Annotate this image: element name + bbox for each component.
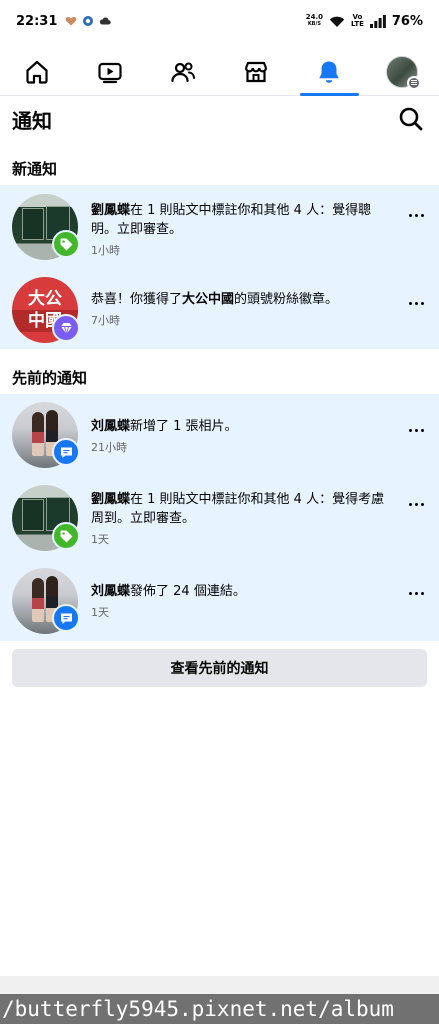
notification-item[interactable]: 劉鳳蝶在 1 則貼文中標註你和其他 4 人：覺得考慮周到。立即審查。 1天 (0, 476, 439, 560)
network-speed: 24.0 KB/S (305, 13, 324, 28)
page-header: 通知 (0, 97, 439, 141)
notification-item[interactable]: 大公 中國 恭喜！你獲得了大公中國的頭號粉絲徽章。 7小時 (0, 269, 439, 349)
tab-marketplace[interactable] (220, 48, 293, 95)
notification-message: 在 1 則貼文中標註你和其他 4 人：覺得考慮周到。立即審查。 (91, 492, 385, 526)
status-time: 22:31 (16, 13, 58, 29)
notification-text: 刘鳳蝶新增了 1 張相片。 21小時 (91, 417, 393, 457)
volte-indicator: Vo LTE (351, 13, 364, 28)
top-tab-bar (0, 48, 439, 96)
notification-time: 1小時 (91, 244, 120, 257)
marketplace-icon (244, 61, 268, 82)
more-options-button[interactable] (406, 205, 426, 225)
diamond-icon (52, 314, 80, 342)
notification-time: 1天 (91, 533, 109, 546)
notification-time: 21小時 (91, 441, 127, 454)
battery-level: 76% (391, 13, 423, 29)
notification-text: 劉鳳蝶在 1 則貼文中標註你和其他 4 人：覺得考慮周到。立即審查。 1天 (91, 490, 393, 549)
comment-icon (52, 604, 80, 632)
section-title-new: 新通知 (12, 160, 58, 178)
notification-time: 7小時 (91, 314, 120, 327)
notification-message: 新增了 1 張相片。 (130, 419, 238, 434)
search-icon (399, 107, 423, 131)
signal-icon (369, 14, 386, 28)
menu-icon (407, 75, 422, 90)
more-options-button[interactable] (406, 583, 426, 603)
tag-icon (52, 230, 80, 258)
home-icon (25, 60, 48, 84)
notification-item[interactable]: 刘鳳蝶新增了 1 張相片。 21小時 (0, 394, 439, 476)
comment-icon (52, 438, 80, 466)
profile-avatar (386, 55, 422, 90)
actor-name: 劉鳳蝶 (91, 492, 131, 507)
actor-name: 刘鳳蝶 (91, 419, 131, 434)
tab-video[interactable] (73, 48, 146, 95)
notification-message: 的頭號粉絲徽章。 (234, 292, 339, 307)
tag-icon (52, 522, 80, 550)
search-button[interactable] (395, 103, 427, 135)
tab-menu[interactable] (366, 48, 439, 95)
notification-text: 恭喜！你獲得了大公中國的頭號粉絲徽章。 7小時 (91, 290, 393, 330)
actor-name: 刘鳳蝶 (91, 584, 131, 599)
actor-name: 大公中國 (182, 292, 235, 307)
notification-message: 在 1 則貼文中標註你和其他 4 人：覺得聰明。立即審查。 (91, 203, 372, 237)
friends-icon (171, 62, 195, 82)
heart-notification-icon (66, 17, 77, 26)
cloud-icon (100, 17, 112, 25)
bell-icon (319, 61, 340, 83)
more-options-button[interactable] (406, 494, 426, 514)
more-options-button[interactable] (406, 420, 426, 440)
tab-friends[interactable] (146, 48, 219, 95)
actor-name: 劉鳳蝶 (91, 203, 131, 218)
page-title: 通知 (12, 108, 52, 133)
notification-message: 發佈了 24 個連結。 (130, 584, 246, 599)
notification-prefix: 恭喜！你獲得了 (91, 292, 183, 307)
section-title-earlier: 先前的通知 (12, 369, 88, 387)
more-options-button[interactable] (406, 293, 426, 313)
app-notification-icon (83, 16, 94, 26)
avatar-text-top: 大公 (28, 289, 62, 309)
video-icon (98, 62, 122, 83)
notification-item[interactable]: 劉鳳蝶在 1 則貼文中標註你和其他 4 人：覺得聰明。立即審查。 1小時 (0, 185, 439, 269)
notification-time: 1天 (91, 606, 109, 619)
notification-text: 刘鳳蝶發佈了 24 個連結。 1天 (91, 582, 393, 622)
notification-item[interactable]: 刘鳳蝶發佈了 24 個連結。 1天 (0, 560, 439, 641)
tab-home[interactable] (0, 48, 73, 95)
status-bar: 22:31 24.0 KB/S Vo LTE 76% (0, 0, 439, 42)
watermark: /butterfly5945.pixnet.net/album (0, 994, 439, 1024)
wifi-icon (329, 16, 345, 27)
tab-notifications[interactable] (293, 48, 366, 96)
notification-text: 劉鳳蝶在 1 則貼文中標註你和其他 4 人：覺得聰明。立即審查。 1小時 (91, 201, 393, 260)
view-previous-notifications-button[interactable]: 查看先前的通知 (12, 649, 427, 687)
